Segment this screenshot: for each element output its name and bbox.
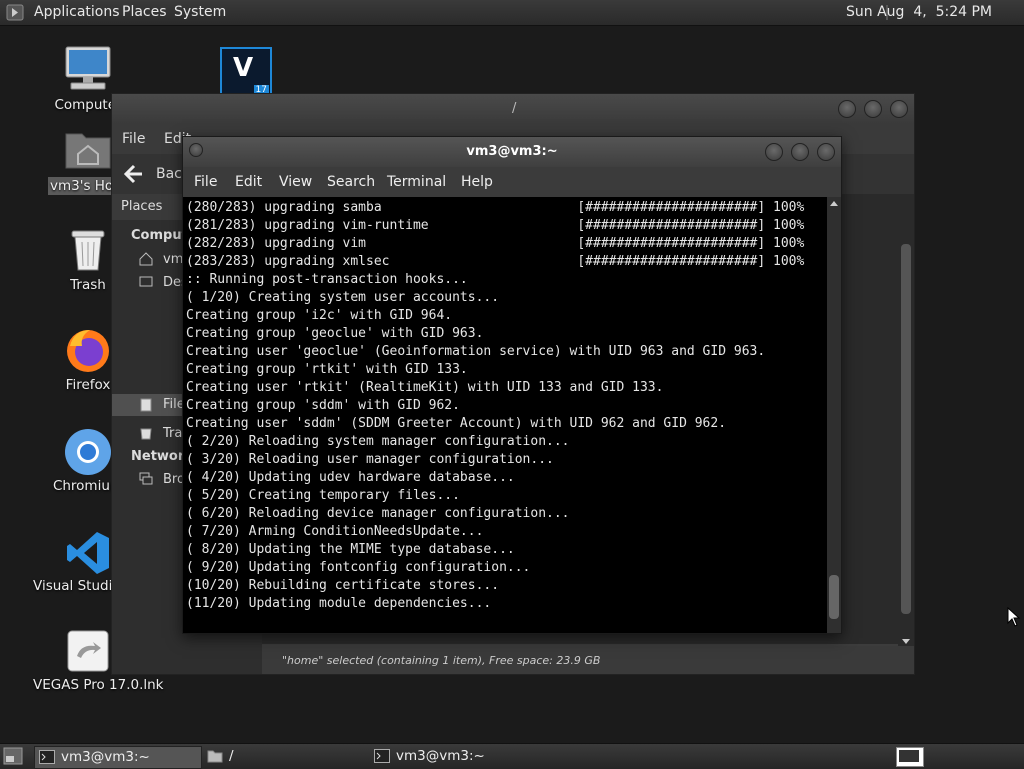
terminal-menubar: File Edit View Search Terminal Help <box>183 167 841 197</box>
maximize-button[interactable] <box>864 100 882 118</box>
term-menu-terminal[interactable]: Terminal <box>387 174 446 190</box>
desktop-icon-label: VEGAS Pro 17.0.lnk <box>33 677 164 693</box>
vscode-icon <box>67 532 109 574</box>
terminal-window[interactable]: vm3@vm3:~ File Edit View Search Terminal… <box>182 136 842 634</box>
trash-small-icon <box>140 428 152 440</box>
fm-menu-file[interactable]: File <box>122 131 145 147</box>
terminal-text: (280/283) upgrading samba [#############… <box>186 200 805 611</box>
terminal-title: vm3@vm3:~ <box>466 144 558 159</box>
trash-icon <box>71 230 105 271</box>
terminal-titlebar[interactable]: vm3@vm3:~ <box>183 137 841 167</box>
terminal-icon <box>39 750 55 764</box>
computer-icon <box>65 46 111 90</box>
taskbar-item-label: vm3@vm3:~ <box>61 749 150 765</box>
term-menu-help[interactable]: Help <box>461 174 493 190</box>
taskbar-item-label: / <box>229 748 234 764</box>
show-desktop-icon[interactable] <box>3 747 23 765</box>
desktop-icon-vegas-app[interactable]: V 17 <box>220 47 272 97</box>
close-button[interactable] <box>817 143 835 161</box>
taskbar-item-terminal-1[interactable]: vm3@vm3:~ <box>34 746 202 769</box>
term-menu-edit[interactable]: Edit <box>235 174 262 190</box>
term-menu-search[interactable]: Search <box>327 174 375 190</box>
workspace-switcher[interactable] <box>896 747 924 767</box>
desktop-icon <box>139 276 153 287</box>
file-manager-title: / <box>512 101 517 116</box>
taskbar-item-file-manager[interactable]: / <box>203 746 363 767</box>
shortcut-file-icon <box>67 630 109 672</box>
scroll-down-arrow-icon[interactable] <box>901 638 911 646</box>
terminal-scrollbar[interactable] <box>827 197 841 633</box>
file-manager-statusbar: "home" selected (containing 1 item), Fre… <box>262 646 914 674</box>
bottom-panel: vm3@vm3:~ / vm3@vm3:~ <box>0 743 1024 769</box>
term-menu-file[interactable]: File <box>194 174 217 190</box>
minimize-button[interactable] <box>765 143 783 161</box>
applications-menu-icon[interactable] <box>6 4 24 21</box>
file-manager-scrollbar[interactable] <box>898 230 914 650</box>
chromium-icon <box>65 429 111 475</box>
back-arrow-icon[interactable] <box>122 163 144 185</box>
taskbar-item-terminal-2[interactable]: vm3@vm3:~ <box>370 746 536 767</box>
firefox-icon <box>67 330 109 372</box>
folder-icon <box>207 750 223 763</box>
scrollbar-thumb[interactable] <box>829 575 839 619</box>
terminal-icon <box>374 749 390 763</box>
clock[interactable]: Sun Aug 4, 5:24 PM <box>846 4 992 20</box>
scroll-up-arrow-icon[interactable] <box>829 199 839 207</box>
file-manager-titlebar[interactable]: / <box>112 94 914 124</box>
scrollbar-thumb[interactable] <box>901 244 911 614</box>
top-panel: Applications Places System Sun Aug 4, 5:… <box>0 0 1024 26</box>
close-button[interactable] <box>890 100 908 118</box>
term-menu-view[interactable]: View <box>279 174 312 190</box>
network-icon <box>139 472 153 485</box>
home-icon <box>139 252 153 266</box>
menu-applications[interactable]: Applications <box>34 4 120 20</box>
mouse-pointer-icon <box>1007 607 1021 627</box>
status-text: "home" selected (containing 1 item), Fre… <box>282 654 601 667</box>
filesystem-icon <box>140 398 152 412</box>
workspace-1[interactable] <box>899 750 919 762</box>
home-folder-icon <box>65 133 111 169</box>
menu-system[interactable]: System <box>174 4 226 20</box>
minimize-button[interactable] <box>838 100 856 118</box>
taskbar-item-label: vm3@vm3:~ <box>396 748 485 764</box>
maximize-button[interactable] <box>791 143 809 161</box>
menu-places[interactable]: Places <box>122 4 167 20</box>
vegas-logo-letter: V <box>233 53 254 83</box>
terminal-output[interactable]: (280/283) upgrading samba [#############… <box>183 197 827 633</box>
sidebar-places-dropdown[interactable]: Places <box>121 199 162 214</box>
